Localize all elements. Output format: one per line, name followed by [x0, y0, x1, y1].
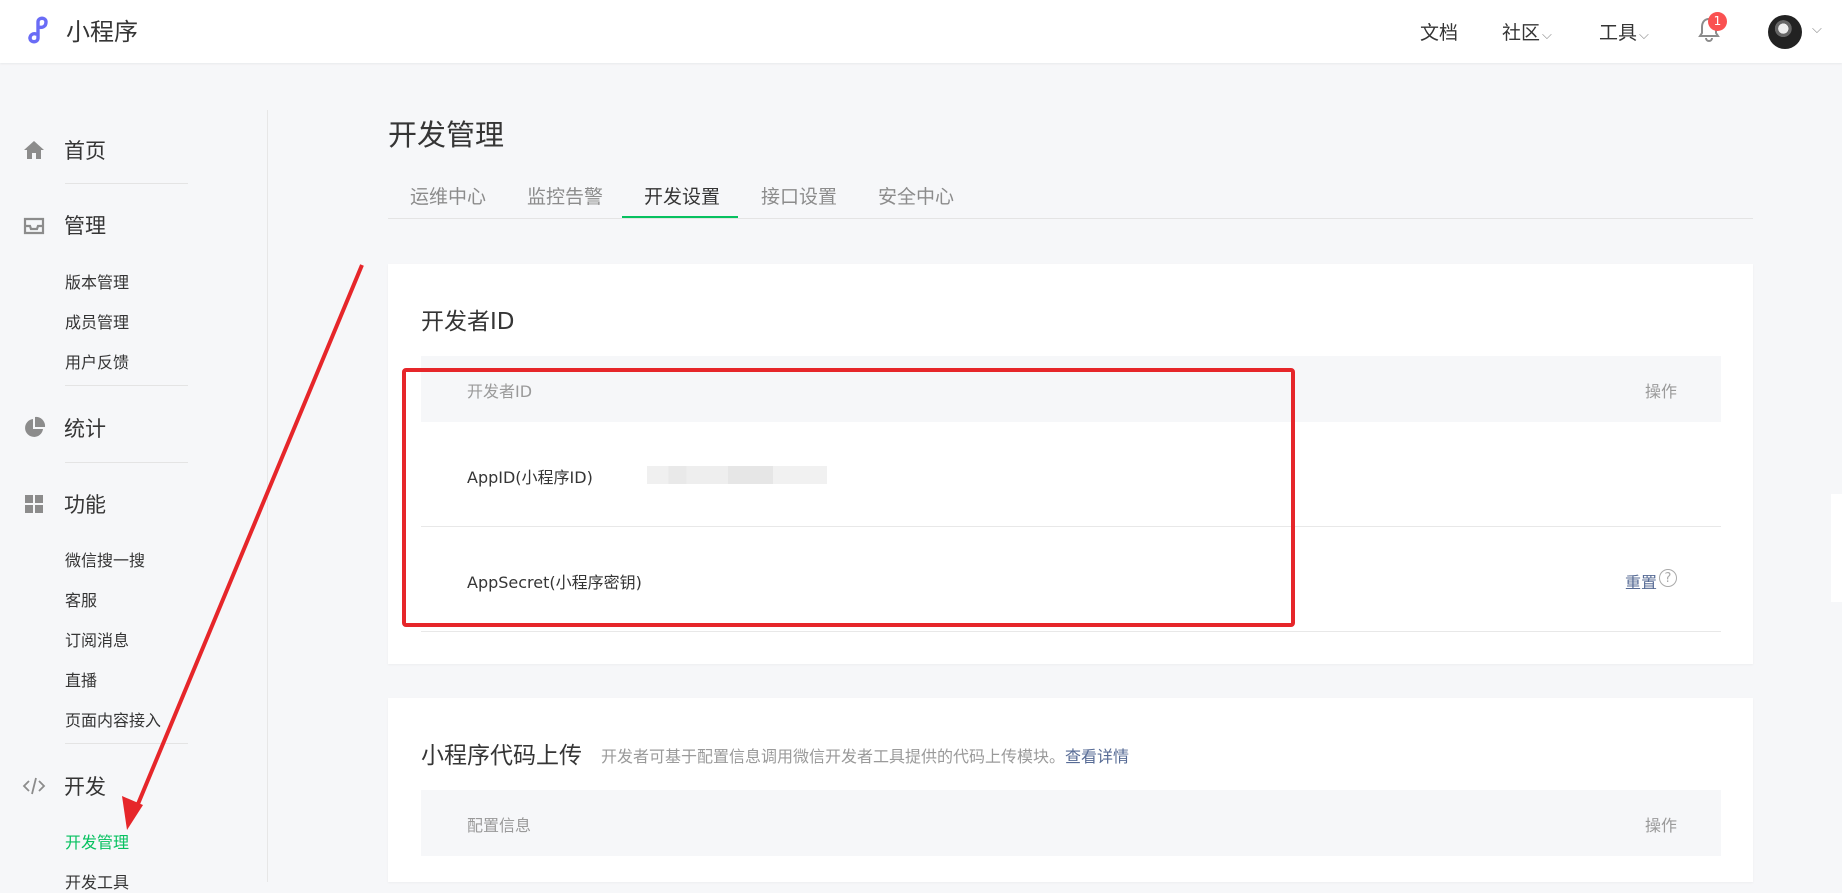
sidebar-item-live[interactable]: 直播	[65, 667, 97, 691]
app-name: 小程序	[66, 17, 138, 46]
tab-ops-center[interactable]: 运维中心	[410, 182, 486, 209]
sidebar-item-dev-tools[interactable]: 开发工具	[65, 869, 129, 893]
nav-community[interactable]: 社区 ⌵	[1502, 18, 1552, 45]
tab-api-settings[interactable]: 接口设置	[761, 182, 837, 209]
floating-side-tab[interactable]	[1831, 494, 1842, 602]
page-title: 开发管理	[388, 118, 505, 152]
sidebar-item-manage[interactable]: 管理	[22, 210, 106, 240]
avatar[interactable]	[1768, 15, 1802, 49]
sidebar-item-home[interactable]: 首页	[22, 135, 106, 165]
sidebar-item-version[interactable]: 版本管理	[65, 269, 129, 293]
sidebar-item-page-content[interactable]: 页面内容接入	[65, 707, 161, 731]
sidebar-item-wechat-search[interactable]: 微信搜一搜	[65, 547, 145, 571]
annotation-highlight-box	[402, 368, 1295, 627]
sidebar-dev-label: 开发	[64, 775, 106, 799]
code-icon	[22, 777, 46, 795]
home-icon	[24, 141, 44, 159]
sidebar-item-features[interactable]: 功能	[22, 489, 106, 519]
col-action: 操作	[1644, 816, 1677, 835]
sidebar-item-members[interactable]: 成员管理	[65, 309, 129, 333]
code-upload-card: 小程序代码上传 开发者可基于配置信息调用微信开发者工具提供的代码上传模块。查看详…	[388, 698, 1753, 882]
divider	[65, 743, 188, 744]
sidebar-item-stats[interactable]: 统计	[22, 413, 106, 443]
code-upload-title: 小程序代码上传	[421, 743, 582, 769]
tab-dev-settings[interactable]: 开发设置	[644, 182, 720, 209]
code-upload-desc-text: 开发者可基于配置信息调用微信开发者工具提供的代码上传模块。	[601, 747, 1066, 766]
divider	[65, 183, 188, 184]
sidebar-manage-label: 管理	[64, 214, 106, 238]
col-config-info: 配置信息	[467, 816, 532, 835]
sidebar-divider	[267, 110, 268, 882]
sidebar-item-subscription[interactable]: 订阅消息	[65, 627, 129, 651]
help-icon[interactable]: ?	[1659, 569, 1677, 587]
nav-tools[interactable]: 工具 ⌵	[1599, 18, 1649, 45]
reset-appsecret-link[interactable]: 重置	[1625, 569, 1657, 593]
col-action: 操作	[1644, 382, 1677, 401]
view-details-link[interactable]: 查看详情	[1065, 747, 1129, 766]
tab-monitoring[interactable]: 监控告警	[527, 182, 603, 209]
code-upload-table-header: 配置信息 操作	[421, 790, 1721, 856]
sidebar-home-label: 首页	[64, 139, 106, 163]
chevron-down-icon: ⌵	[1639, 28, 1649, 43]
code-upload-description: 开发者可基于配置信息调用微信开发者工具提供的代码上传模块。查看详情	[601, 743, 1129, 767]
chevron-down-icon[interactable]: ⌵	[1812, 22, 1822, 37]
grid-icon	[25, 495, 43, 513]
sidebar-item-dev-manage[interactable]: 开发管理	[65, 829, 129, 853]
tab-bar: 运维中心 监控告警 开发设置 接口设置 安全中心	[388, 178, 1753, 219]
sidebar-item-dev[interactable]: 开发	[22, 771, 106, 801]
nav-docs[interactable]: 文档	[1420, 18, 1458, 45]
sidebar-item-customer-service[interactable]: 客服	[65, 587, 97, 611]
nav-community-label: 社区	[1502, 22, 1541, 44]
tab-security-center[interactable]: 安全中心	[878, 182, 954, 209]
app-logo[interactable]: 小程序	[22, 11, 138, 47]
sidebar-item-feedback[interactable]: 用户反馈	[65, 349, 129, 373]
divider	[65, 385, 188, 386]
inbox-icon	[23, 217, 45, 235]
top-bar: 小程序 文档 社区 ⌵ 工具 ⌵ 1 ⌵	[0, 0, 1842, 63]
nav-tools-label: 工具	[1599, 22, 1638, 44]
active-tab-indicator	[622, 216, 738, 218]
divider	[65, 462, 188, 463]
sidebar: 首页 管理 版本管理 成员管理 用户反馈 统计 功能 微信搜一搜 客服 订阅消息…	[0, 63, 268, 892]
developer-id-title: 开发者ID	[421, 309, 515, 335]
sidebar-stats-label: 统计	[64, 417, 106, 441]
chevron-down-icon: ⌵	[1542, 28, 1552, 43]
pie-chart-icon	[25, 416, 46, 437]
sidebar-features-label: 功能	[64, 493, 106, 517]
miniprogram-logo-icon	[28, 16, 48, 44]
notification-badge: 1	[1708, 12, 1727, 31]
